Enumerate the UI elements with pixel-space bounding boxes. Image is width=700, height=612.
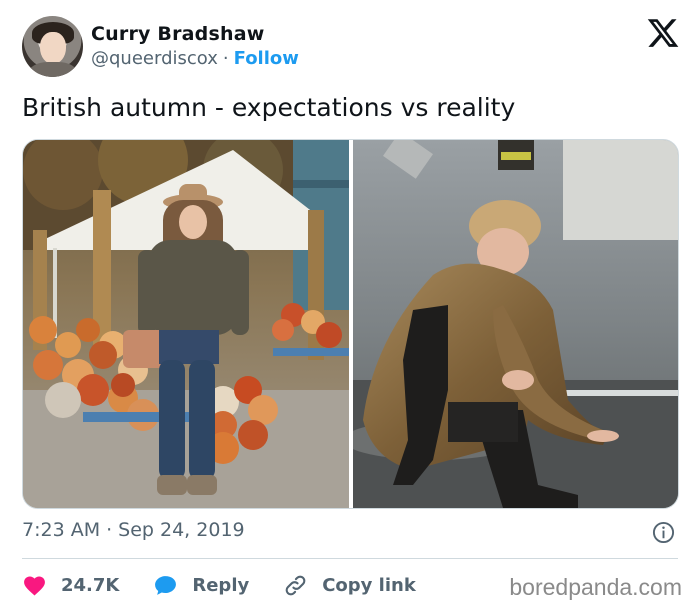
like-button[interactable]: 24.7K bbox=[22, 573, 119, 598]
link-icon bbox=[285, 575, 306, 595]
copy-link-label: Copy link bbox=[322, 574, 416, 596]
tweet-date: Sep 24, 2019 bbox=[118, 519, 245, 541]
boredpanda-watermark: boredpanda.com bbox=[509, 574, 682, 600]
avatar-body bbox=[28, 62, 78, 77]
media-grid bbox=[22, 139, 679, 509]
pumpkin-patch-image bbox=[23, 140, 349, 508]
fallen-woman-image bbox=[353, 140, 678, 508]
reality-photo[interactable] bbox=[353, 140, 678, 508]
divider bbox=[22, 558, 678, 559]
x-logo-icon[interactable] bbox=[646, 16, 680, 50]
info-icon[interactable] bbox=[652, 521, 675, 544]
reply-label: Reply bbox=[192, 574, 250, 596]
reply-bubble-icon bbox=[155, 575, 177, 595]
expectation-photo[interactable] bbox=[23, 140, 349, 508]
action-bar: 24.7K Reply Copy link bbox=[22, 570, 450, 600]
author-handle-row: @queerdiscox · Follow bbox=[91, 48, 299, 69]
author-name[interactable]: Curry Bradshaw bbox=[91, 23, 265, 45]
tweet-timestamp[interactable]: 7:23 AM · Sep 24, 2019 bbox=[22, 519, 245, 541]
author-handle[interactable]: @queerdiscox bbox=[91, 48, 218, 69]
copy-link-button[interactable]: Copy link bbox=[283, 573, 416, 598]
tweet-time: 7:23 AM bbox=[22, 519, 101, 541]
timestamp-separator: · bbox=[106, 519, 113, 541]
like-count: 24.7K bbox=[61, 574, 120, 596]
avatar-face bbox=[40, 32, 66, 64]
heart-icon bbox=[24, 575, 45, 595]
handle-separator: · bbox=[222, 48, 229, 69]
follow-button[interactable]: Follow bbox=[234, 48, 299, 69]
avatar[interactable] bbox=[22, 16, 83, 77]
tweet-text: British autumn - expectations vs reality bbox=[22, 93, 516, 122]
reply-button[interactable]: Reply bbox=[153, 573, 249, 598]
